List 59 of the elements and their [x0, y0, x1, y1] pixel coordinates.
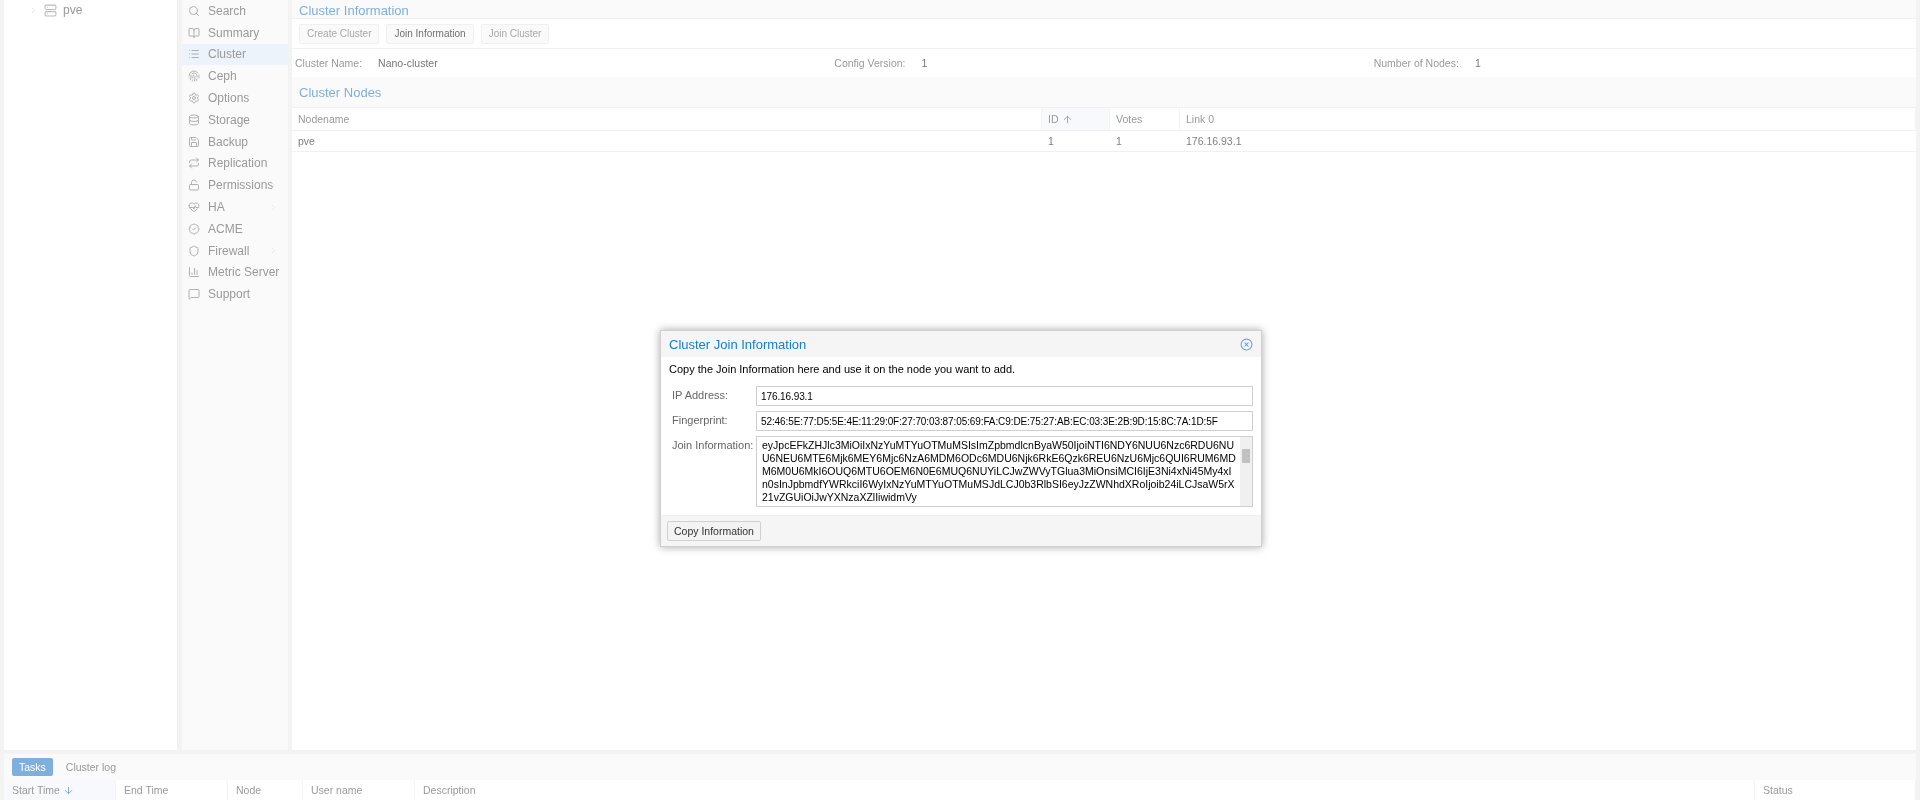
nav-item[interactable]: Firewall — [182, 239, 288, 262]
nav-item[interactable]: Support — [182, 283, 288, 306]
field-label: Number of Nodes: — [1373, 57, 1459, 69]
bar-chart-icon — [188, 266, 200, 279]
nav-item[interactable]: Cluster — [182, 43, 288, 66]
column-header[interactable]: Nodename — [292, 108, 1042, 131]
nav-item[interactable]: ACME — [182, 217, 288, 240]
tab[interactable]: Tasks — [12, 758, 53, 776]
field-label: Config Version: — [834, 57, 906, 69]
table-cell: 1 — [1042, 131, 1110, 152]
list-icon — [188, 48, 200, 61]
column-header[interactable]: Votes — [1110, 108, 1180, 131]
nav-item[interactable]: Replication — [182, 152, 288, 175]
heart-icon — [188, 201, 200, 214]
table-cell: 1 — [1110, 131, 1180, 152]
input-field[interactable]: 176.16.93.1 — [756, 386, 1253, 406]
nav-item[interactable]: Options — [182, 87, 288, 109]
field-label: IP Address: — [672, 388, 730, 401]
close-icon[interactable] — [1240, 337, 1253, 351]
table-cell: pve — [292, 131, 1042, 152]
field-label: Join Information: — [672, 438, 755, 451]
tab[interactable]: Cluster log — [58, 758, 124, 776]
nav-item[interactable]: Search — [182, 0, 288, 22]
nav-item[interactable]: Backup — [182, 130, 288, 153]
nav-item[interactable]: Storage — [182, 109, 288, 131]
column-header[interactable]: ID — [1042, 108, 1110, 131]
nav-item[interactable]: Metric Server — [182, 261, 288, 284]
join-information-field[interactable]: eyJpcEFkZHJlc3MiOiIxNzYuMTYuOTMuMSIsImZpbmdlcnByaW50IjoiNTI6NDY6NUU6Nzc6RDU6NUU6NEU6MTE6Mjk6MEY6Mjc6NzA6MDM6ODc6MDU6Njk6RkE6Qzk6REU6NzU6Mjc6QUI6RUM6MDM6M0U6MkI6OUQ6MTU6OEM6N0E6MUQ6NUYiLCJwZWVyTGlua3MiOnsiMCI6IjE3Ni4xNi45My4xIn0sInJpbmdfYWRkciI6WyIxNzYuMTYuOTMuMSJdLCJ0b3RlbSI6eyJzZWNhdXRoIjoib24iLCJsaW5rX21vZGUiOiJwYXNzaXZlIiwidmVy — [756, 436, 1253, 507]
table-cell: 176.16.93.1 — [1180, 131, 1916, 152]
fingerprint-icon — [188, 70, 200, 83]
padlock-icon — [188, 179, 200, 192]
sort-arrow-icon — [1061, 113, 1073, 125]
nav-item[interactable]: HA — [182, 196, 288, 218]
field-label: Fingerprint: — [672, 413, 729, 426]
speech-bubble-icon — [188, 288, 200, 301]
gear-icon — [188, 92, 200, 105]
search-icon — [188, 4, 200, 17]
dialog-message: Copy the Join Information here and use it on the node you want to add. — [669, 363, 1017, 375]
shield-icon — [188, 244, 200, 257]
server-icon — [44, 3, 57, 17]
panel-title: Cluster Information — [292, 0, 1916, 19]
nav-item[interactable]: Permissions — [182, 174, 288, 197]
sort-arrow-icon — [62, 784, 74, 796]
toolbar-button[interactable]: Join Information — [386, 23, 474, 44]
database-icon — [188, 113, 200, 126]
field-label: Cluster Name: — [295, 57, 363, 69]
dialog-title: Cluster Join Information — [669, 336, 807, 352]
book-icon — [188, 26, 200, 39]
panel-title: Cluster Nodes — [292, 77, 1916, 108]
column-header[interactable]: Link 0 — [1180, 108, 1916, 131]
repeat-icon — [188, 157, 200, 170]
column-header[interactable]: Start Time — [4, 780, 116, 800]
badge-icon — [188, 222, 200, 235]
nav-item[interactable]: Ceph — [182, 65, 288, 88]
copy-button[interactable]: Copy Information — [667, 521, 761, 541]
scrollbar[interactable] — [1240, 437, 1252, 506]
nav-item[interactable]: Summary — [182, 21, 288, 44]
input-field[interactable]: 52:46:5E:77:D5:5E:4E:11:29:0F:27:70:03:87:05:69:FA:C9:DE:75:27:AB:EC:03:3E:2B:9D:15:8C:7A:1D:5F — [756, 411, 1253, 431]
tree-item[interactable]: pve — [63, 3, 83, 17]
